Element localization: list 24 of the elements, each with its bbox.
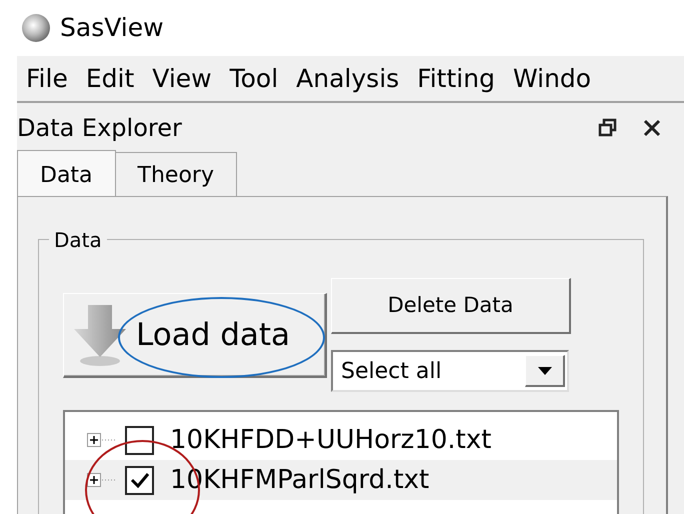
expand-icon[interactable] (87, 433, 117, 447)
window-title: SasView (60, 12, 164, 44)
restore-icon[interactable] (598, 118, 618, 138)
tab[interactable]: Theory (114, 152, 237, 196)
file-name[interactable]: 10KHFDD+UUHorz10.txt (170, 420, 492, 460)
select-dropdown[interactable]: Select all (331, 350, 569, 392)
close-icon[interactable] (642, 118, 662, 138)
panel-title: Data Explorer (17, 113, 182, 144)
checkbox[interactable] (125, 426, 154, 454)
dropdown-arrow-icon (538, 366, 552, 374)
menu-item[interactable]: File (17, 60, 77, 98)
menu-item[interactable]: Windo (504, 60, 600, 98)
expand-icon[interactable] (87, 473, 117, 487)
tab[interactable]: Data (17, 150, 116, 196)
menu-item[interactable]: Tool (220, 60, 288, 98)
delete-data-button[interactable]: Delete Data (331, 278, 571, 334)
menu-item[interactable]: Fitting (408, 60, 504, 98)
load-data-button[interactable]: Load data (63, 293, 327, 378)
menu-item[interactable]: View (143, 60, 221, 98)
checkbox[interactable] (125, 466, 154, 494)
app-icon (22, 14, 50, 42)
menu-item[interactable]: Edit (76, 60, 144, 98)
down-arrow-icon (72, 303, 128, 367)
menu-item[interactable]: Analysis (287, 60, 408, 98)
